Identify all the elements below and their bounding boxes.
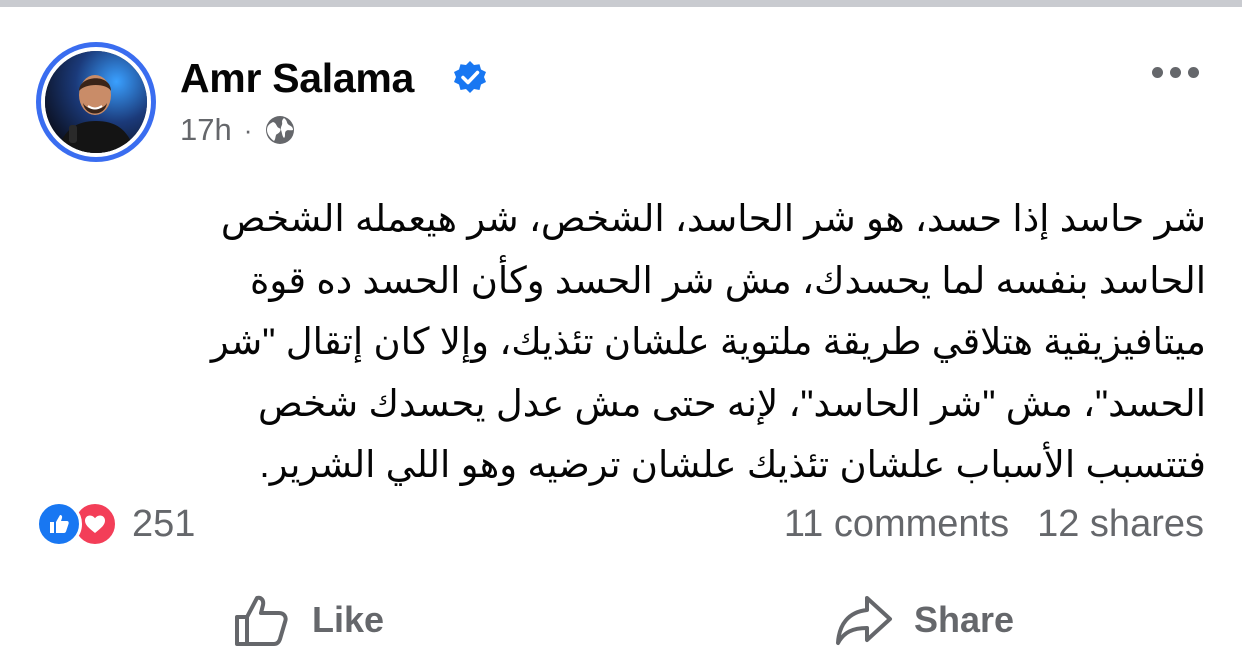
meta-separator: · [243,114,253,145]
post-time[interactable]: 17h [180,112,232,148]
post-text-line: الحاسد بنفسه لما يحسدك، مش شر الحسد وكأن… [249,259,1206,301]
avatar[interactable] [36,42,156,162]
avatar-photo [45,51,147,153]
post-text-line: شر حاسد إذا حسد، هو شر الحاسد، الشخص، شر… [220,198,1206,239]
thumbs-up-icon [235,595,288,646]
dot-icon [1188,66,1199,78]
reactions-summary[interactable]: 251 [36,500,195,548]
post-text-line: الحسد"، مش "شر الحاسد"، لإنه حتى مش عدل … [257,382,1206,424]
globe-icon [266,116,295,144]
like-label: Like [312,599,385,640]
comments-count[interactable]: 11 comments [784,503,1009,546]
post-text-line: فتتسبب الأسباب علشان تئذيك علشان ترضيه و… [259,444,1206,485]
post-actions: Like Share [0,585,1242,655]
share-button[interactable]: Share [834,585,1014,655]
dot-icon [1170,66,1181,78]
like-button[interactable]: Like [232,585,384,655]
share-label: Share [914,599,1015,640]
verified-badge-icon [454,61,486,93]
engagement-stats: 11 comments 12 shares [784,500,1204,548]
post-meta: 17h · [180,110,296,150]
author-name[interactable]: Amr Salama [180,54,414,102]
share-arrow-icon [836,596,892,645]
post-body: شر حاسد إذا حسد، هو شر الحاسد، الشخص، شر… [70,188,1206,496]
top-divider [0,0,1242,7]
reaction-count: 251 [132,502,196,545]
dot-icon [1152,66,1163,78]
more-options-button[interactable] [1152,64,1204,80]
post-text-line: ميتافيزيقية هتلاقي طريقة ملتوية علشان تئ… [210,321,1206,362]
like-reaction-icon [36,501,82,547]
shares-count[interactable]: 12 shares [1037,503,1204,546]
